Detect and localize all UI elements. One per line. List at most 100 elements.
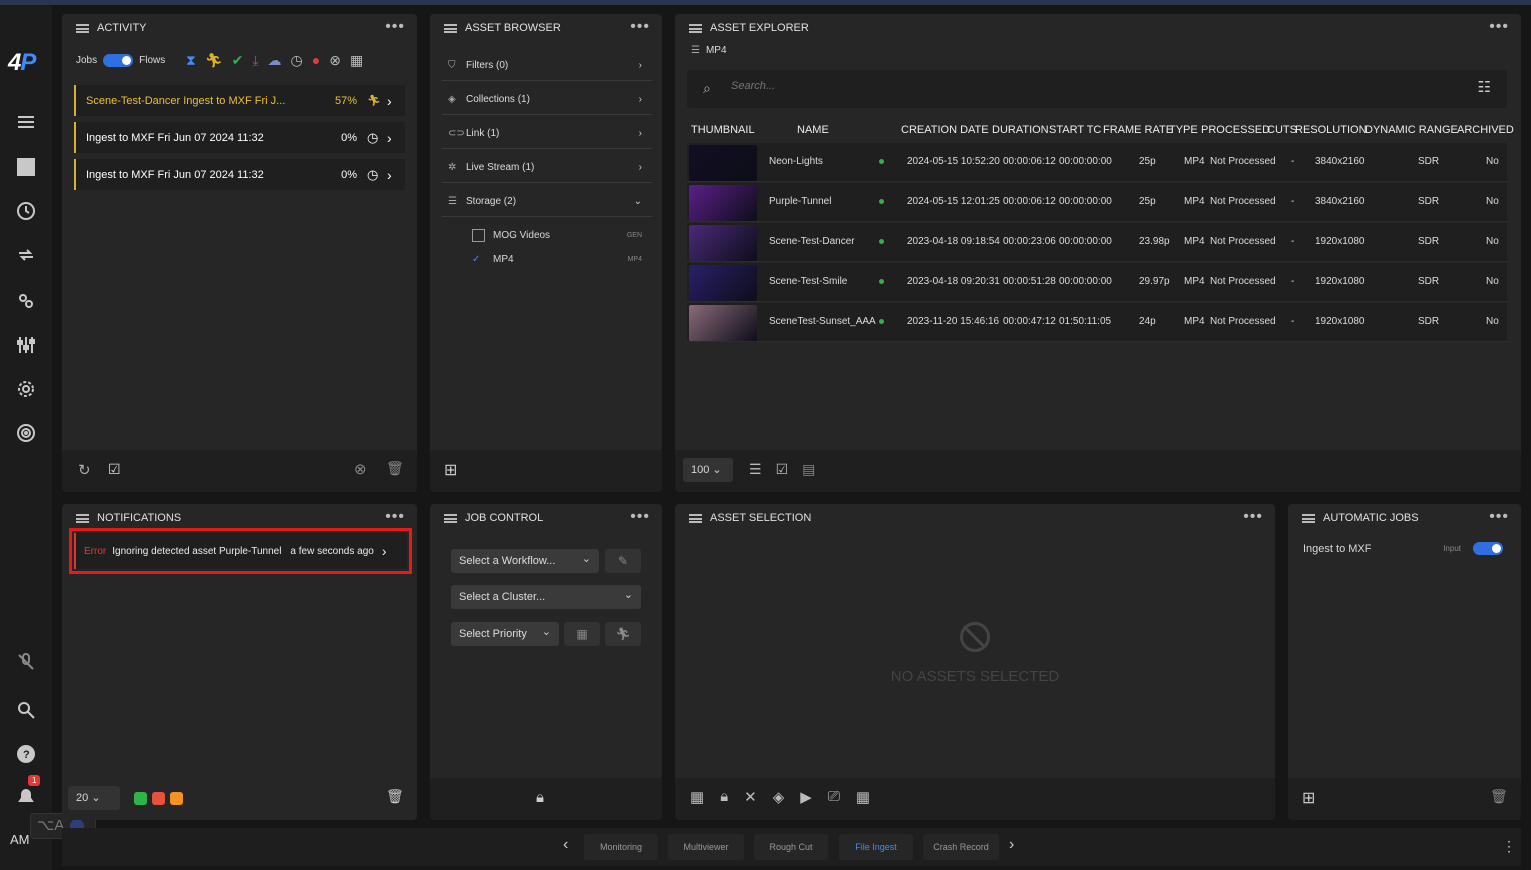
- scheduled-filter-icon[interactable]: ◷: [291, 52, 303, 69]
- table-row[interactable]: Neon-Lights 2024-05-15 10:52:20 00:00:06:1…: [687, 143, 1507, 182]
- table-row[interactable]: Purple-Tunnel 2024-05-15 12:01:25 00:00:06…: [687, 183, 1507, 222]
- archive-icon[interactable]: ▤: [802, 461, 815, 478]
- column-header[interactable]: CREATION DATE: [901, 124, 989, 136]
- browser-storage[interactable]: ☰ Storage (2) ⌄: [442, 187, 652, 217]
- column-header[interactable]: DURATION: [992, 124, 1049, 136]
- drag-handle-icon[interactable]: [689, 23, 702, 33]
- refresh-icon[interactable]: ↻: [78, 461, 91, 479]
- checkmark-icon[interactable]: ✓: [472, 254, 485, 265]
- list-view-icon[interactable]: ☰: [749, 461, 762, 478]
- calendar-filter-icon[interactable]: ▦: [350, 52, 363, 69]
- tab-multiviewer[interactable]: Multiviewer: [668, 834, 744, 860]
- browser-filters[interactable]: ⛉ Filters (0) ›: [442, 51, 652, 81]
- dashboard-icon[interactable]: [14, 155, 38, 179]
- more-options-icon[interactable]: •••: [385, 19, 405, 35]
- done-filter-icon[interactable]: ✔: [232, 52, 244, 69]
- column-header[interactable]: CUTS: [1267, 124, 1297, 136]
- chevron-right-icon[interactable]: ›: [387, 130, 405, 146]
- storage-item[interactable]: MOG Videos GEN: [472, 229, 642, 242]
- grid-view-icon[interactable]: ▦: [690, 788, 704, 806]
- priority-select[interactable]: Select Priority ⌄: [451, 622, 559, 646]
- jobs-flows-toggle[interactable]: [103, 54, 134, 67]
- asset-thumbnail[interactable]: [689, 305, 757, 341]
- menu-icon[interactable]: [14, 110, 38, 134]
- add-collection-icon[interactable]: ⊞: [444, 460, 457, 480]
- more-options-icon[interactable]: •••: [1243, 509, 1263, 525]
- workflow-select[interactable]: Select a Workflow... ⌄: [451, 549, 599, 573]
- column-header[interactable]: DYNAMIC RANGE: [1365, 124, 1458, 136]
- app-logo[interactable]: 4P: [8, 49, 36, 77]
- column-header[interactable]: THUMBNAIL: [691, 124, 755, 136]
- job-row[interactable]: Scene-Test-Dancer Ingest to MXF Fri J...…: [74, 85, 405, 116]
- column-header[interactable]: PROCESSED: [1201, 124, 1270, 136]
- more-options-icon[interactable]: •••: [1489, 509, 1509, 525]
- bell-icon[interactable]: [14, 784, 38, 808]
- notification-item[interactable]: Error Ignoring detected asset Purple-Tun…: [74, 533, 407, 569]
- tabs-prev-icon[interactable]: ‹: [563, 836, 568, 854]
- layers-icon[interactable]: ◈: [773, 788, 785, 806]
- browser-live-stream[interactable]: ✲ Live Stream (1) ›: [442, 153, 652, 183]
- mixer-icon[interactable]: [14, 333, 38, 357]
- more-options-icon[interactable]: •••: [630, 509, 650, 525]
- select-all-icon[interactable]: ☑: [776, 461, 789, 478]
- more-options-icon[interactable]: •••: [1489, 19, 1509, 35]
- error-filter[interactable]: [152, 792, 165, 805]
- drag-handle-icon[interactable]: [1302, 513, 1315, 523]
- more-options-icon[interactable]: •••: [630, 19, 650, 35]
- history-icon[interactable]: [14, 199, 38, 223]
- select-all-icon[interactable]: ☑: [108, 461, 121, 478]
- cancelled-filter-icon[interactable]: ⊗: [329, 52, 341, 69]
- help-icon[interactable]: ?: [14, 742, 38, 766]
- table-row[interactable]: Scene-Test-Dancer 2023-04-18 09:18:54 00:0…: [687, 223, 1507, 262]
- search-icon[interactable]: [14, 698, 38, 722]
- table-row[interactable]: Scene-Test-Smile 2023-04-18 09:20:31 00:00…: [687, 263, 1507, 302]
- cloud-filter-icon[interactable]: ☁: [268, 52, 282, 69]
- storage-item[interactable]: ✓ MP4 MP4: [472, 254, 642, 265]
- drag-handle-icon[interactable]: [444, 23, 457, 33]
- workflow-gears-icon[interactable]: [14, 289, 38, 313]
- browser-link[interactable]: ⊂⊃ Link (1) ›: [442, 119, 652, 149]
- tab-rough-cut[interactable]: Rough Cut: [754, 834, 828, 860]
- job-row[interactable]: Ingest to MXF Fri Jun 07 2024 11:32 0% ◷ ›: [74, 122, 405, 153]
- settings-icon[interactable]: [14, 377, 38, 401]
- schedule-button[interactable]: ▦: [564, 622, 600, 646]
- page-size-select[interactable]: 20 ⌄: [68, 786, 120, 810]
- column-header[interactable]: FRAME RATE: [1103, 124, 1173, 136]
- warning-filter[interactable]: [170, 792, 183, 805]
- drag-handle-icon[interactable]: [689, 513, 702, 523]
- search-bar[interactable]: ⌕ ☷: [687, 70, 1507, 108]
- tab-crash-record[interactable]: Crash Record: [923, 834, 999, 860]
- hourglass-filter-icon[interactable]: ⧗: [186, 52, 196, 69]
- transfer-icon[interactable]: [14, 243, 38, 267]
- tabs-next-icon[interactable]: ›: [1009, 836, 1014, 854]
- column-header[interactable]: ARCHIVED: [1457, 124, 1514, 136]
- search-input[interactable]: [731, 80, 1431, 92]
- mic-off-icon[interactable]: [14, 650, 38, 674]
- avatar[interactable]: AM: [10, 832, 30, 847]
- table-row[interactable]: SceneTest-Sunset_AAA 2023-11-20 15:46:16 0…: [687, 303, 1507, 342]
- add-job-icon[interactable]: ⊞: [1302, 788, 1315, 808]
- edit-workflow-button[interactable]: ✎: [605, 549, 641, 573]
- delete-icon[interactable]: 🗑︎: [386, 788, 404, 805]
- lock-icon[interactable]: 🔒︎: [720, 788, 728, 806]
- radar-icon[interactable]: [14, 421, 38, 445]
- close-icon[interactable]: ✕: [744, 788, 757, 806]
- chevron-right-icon[interactable]: ›: [387, 167, 405, 183]
- checkbox[interactable]: [472, 229, 485, 242]
- delete-icon[interactable]: 🗑︎: [1490, 788, 1508, 805]
- cancel-icon[interactable]: ⊗: [354, 460, 367, 478]
- job-row[interactable]: Ingest to MXF Fri Jun 07 2024 11:32 0% ◷ ›: [74, 159, 405, 190]
- auto-job-toggle[interactable]: [1473, 542, 1503, 555]
- delete-icon[interactable]: 🗑︎: [386, 460, 404, 477]
- download-filter-icon[interactable]: ⤓: [252, 52, 258, 69]
- asset-thumbnail[interactable]: [689, 265, 757, 301]
- drag-handle-icon[interactable]: [444, 513, 457, 523]
- tab-file-ingest[interactable]: File Ingest: [839, 834, 913, 860]
- drag-handle-icon[interactable]: [76, 513, 89, 523]
- page-size-select[interactable]: 100 ⌄: [683, 458, 733, 482]
- preview-icon[interactable]: ▶: [800, 788, 812, 806]
- asset-thumbnail[interactable]: [689, 145, 757, 181]
- overflow-menu-icon[interactable]: ⋮: [1502, 838, 1516, 855]
- lock-icon[interactable]: 🔒︎: [536, 789, 544, 806]
- running-filter-icon[interactable]: 🏃︎: [205, 52, 223, 69]
